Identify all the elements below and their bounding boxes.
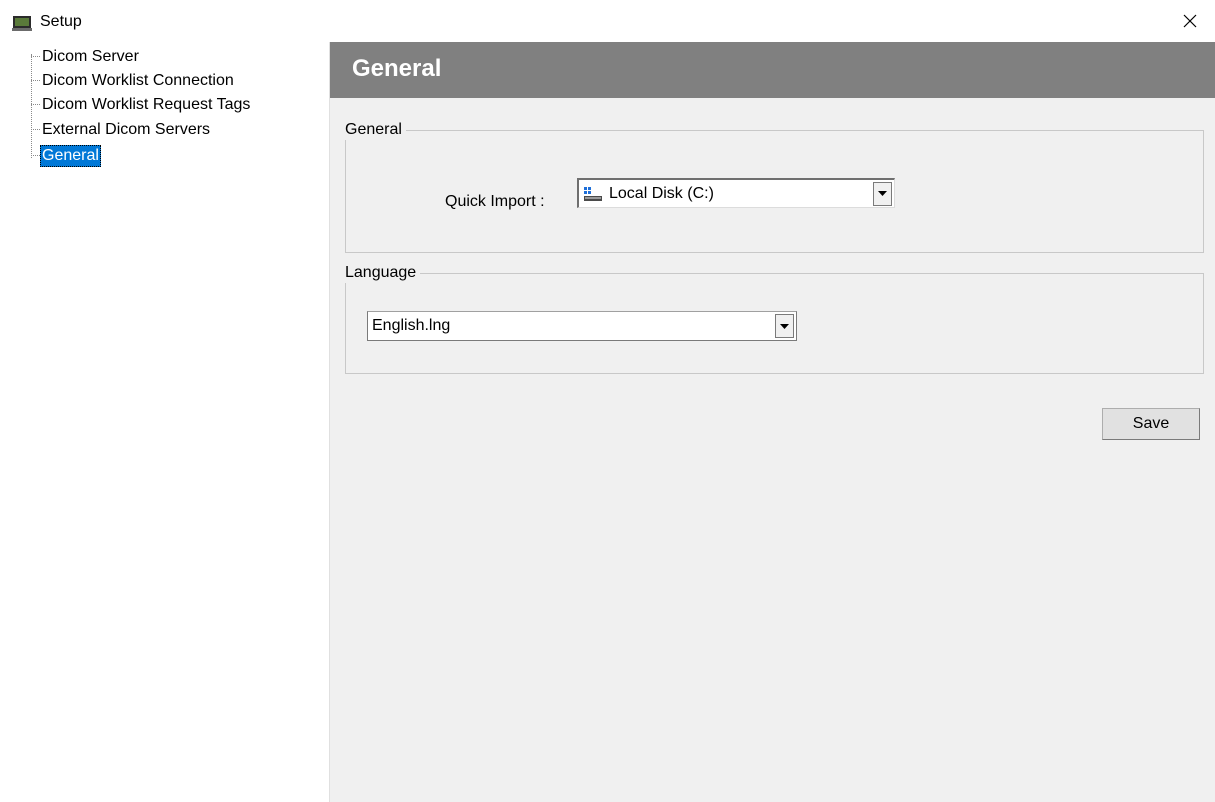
monitor-icon	[12, 16, 32, 31]
chevron-down-icon	[780, 323, 789, 329]
language-value: English.lng	[372, 317, 451, 334]
page-title: General	[352, 55, 442, 82]
tree-item-external-dicom-servers[interactable]: External Dicom Servers	[31, 117, 212, 142]
tree-item-general[interactable]: General	[31, 143, 101, 168]
chevron-down-icon	[878, 191, 887, 196]
settings-tree[interactable]: Dicom Server Dicom Worklist Connection D…	[0, 42, 330, 802]
close-button[interactable]	[1165, 0, 1215, 42]
save-button[interactable]: Save	[1102, 408, 1200, 440]
general-group-legend: General	[345, 120, 406, 140]
tree-item-label: External Dicom Servers	[42, 120, 211, 138]
tree-item-dicom-worklist-request-tags[interactable]: Dicom Worklist Request Tags	[31, 92, 252, 117]
tree-item-label: Dicom Worklist Connection	[42, 71, 234, 89]
quick-import-dropdown[interactable]: Local Disk (C:)	[577, 178, 895, 208]
language-groupbox: Language English.lng	[345, 263, 1204, 374]
tree-item-dicom-worklist-connection[interactable]: Dicom Worklist Connection	[31, 68, 236, 93]
panel-header: General	[330, 42, 1215, 98]
tree-item-label: General	[40, 144, 101, 167]
tree-item-dicom-server[interactable]: Dicom Server	[31, 44, 141, 69]
window-title: Setup	[40, 13, 82, 30]
language-group-legend: Language	[345, 263, 421, 283]
language-dropdown[interactable]: English.lng	[367, 311, 797, 341]
tree-item-label: Dicom Server	[42, 47, 139, 65]
tree-item-label: Dicom Worklist Request Tags	[42, 95, 251, 113]
title-bar: Setup	[0, 0, 1215, 42]
settings-panel: General General Quick Import : Local Dis…	[330, 42, 1215, 802]
general-groupbox: General Quick Import : Local Disk (C:)	[345, 120, 1204, 253]
dropdown-arrow-button[interactable]	[775, 314, 794, 338]
drive-icon	[584, 186, 602, 201]
dropdown-arrow-button[interactable]	[873, 181, 892, 206]
close-icon	[1183, 14, 1197, 28]
quick-import-value: Local Disk (C:)	[609, 184, 714, 202]
quick-import-label: Quick Import :	[445, 193, 545, 210]
